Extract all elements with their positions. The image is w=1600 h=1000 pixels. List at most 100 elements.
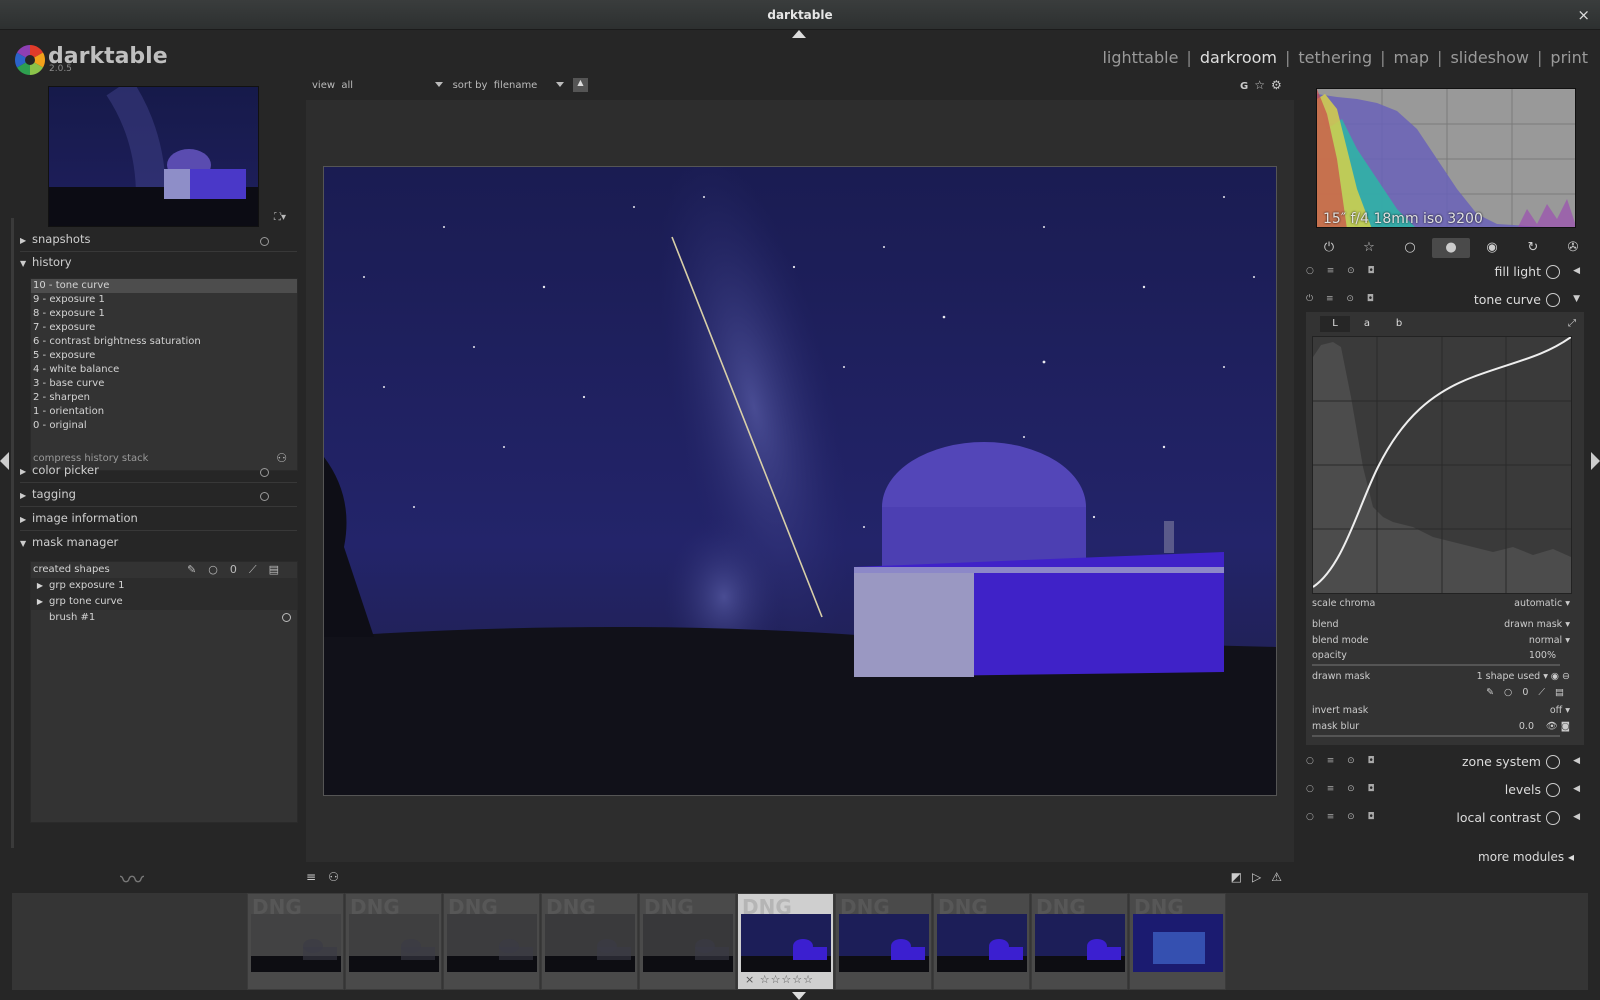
gamut-check-icon[interactable]: ▷ — [1252, 870, 1271, 884]
module-header-icons[interactable]: ○ ≡ ⊙ ◘ — [1306, 812, 1380, 822]
collapse-arrow-icon[interactable]: ▼ — [1573, 294, 1580, 304]
filmstrip-thumb[interactable]: DNG — [443, 893, 540, 990]
mask-group-row[interactable]: ▶ grp exposure 1 — [31, 578, 297, 594]
history-item[interactable]: 8 - exposure 1 — [31, 307, 297, 321]
view-filter-select[interactable]: all — [341, 80, 429, 91]
tab-a[interactable]: a — [1352, 316, 1382, 332]
circle-icon[interactable]: ○ — [208, 563, 230, 576]
favorites-icon[interactable]: ☆ — [1350, 238, 1388, 258]
mask-group-row[interactable]: ▶ grp tone curve — [31, 594, 297, 610]
navigation-preview[interactable] — [48, 86, 259, 227]
effect-group-icon[interactable]: ✇ — [1554, 238, 1592, 258]
drawn-mask-select[interactable]: 1 shape used ▾ — [1477, 671, 1548, 682]
mask-shape-tools[interactable]: ✎○0⟋▤ — [1486, 687, 1574, 698]
expand-arrow-icon[interactable]: ◀ — [1573, 812, 1580, 822]
gradient-icon[interactable]: ▤ — [269, 563, 291, 576]
tone-curve-graph[interactable] — [1312, 336, 1572, 594]
filmstrip-thumb[interactable]: DNG — [1129, 893, 1226, 990]
ellipse-icon[interactable]: 0 — [230, 563, 249, 576]
main-image[interactable] — [323, 166, 1277, 796]
module-tone-curve[interactable]: ⏻ ≡ ⊙ ◘ tone curve ▼ — [1300, 290, 1586, 312]
blend-row[interactable]: blend drawn mask ▾ — [1312, 619, 1574, 633]
reset-icon[interactable] — [260, 492, 269, 501]
slider-track[interactable] — [1312, 664, 1560, 666]
grouping-button[interactable]: G — [1240, 81, 1254, 92]
styles-icon[interactable]: ⚇ — [328, 870, 351, 884]
drawn-mask-row[interactable]: drawn mask 1 shape used ▾ ◉ ⊖ — [1312, 671, 1574, 685]
history-item[interactable]: 7 - exposure — [31, 321, 297, 335]
filmstrip-thumb[interactable]: DNG × ☆☆☆☆☆ — [737, 893, 834, 990]
chevron-down-icon[interactable] — [555, 82, 564, 87]
brush-icon[interactable]: ✎ — [187, 563, 208, 576]
expand-arrow-icon[interactable]: ◀ — [1573, 784, 1580, 794]
gear-icon[interactable]: ⚙ — [1271, 78, 1288, 92]
module-header-icons[interactable]: ○ ≡ ⊙ ◘ — [1306, 266, 1380, 276]
filmstrip-thumb[interactable]: DNG — [639, 893, 736, 990]
soft-proof-icon[interactable]: ◩ — [1231, 870, 1252, 884]
power-icon[interactable]: ⏻ — [1310, 238, 1348, 258]
history-item[interactable]: 6 - contrast brightness saturation — [31, 335, 297, 349]
scale-chroma-select[interactable]: automatic ▾ — [1514, 598, 1570, 609]
sort-direction-button[interactable]: ▲ — [572, 78, 588, 92]
filmstrip-thumb[interactable]: DNG — [1031, 893, 1128, 990]
filmstrip-thumb[interactable]: DNG — [541, 893, 638, 990]
mask-blur-slider[interactable]: mask blur 0.0 👁 ◙ — [1312, 721, 1574, 737]
histogram[interactable]: 15″ f/4 18mm iso 3200 — [1316, 88, 1576, 228]
blend-mode-row[interactable]: blend mode normal ▾ — [1312, 635, 1574, 649]
module-levels[interactable]: ○ ≡ ⊙ ◘ levels ◀ — [1300, 780, 1586, 802]
expand-arrow-icon[interactable]: ◀ — [1573, 266, 1580, 276]
module-local-contrast[interactable]: ○ ≡ ⊙ ◘ local contrast ◀ — [1300, 808, 1586, 830]
filmstrip-thumb[interactable]: DNG — [247, 893, 344, 990]
filmstrip-thumb[interactable]: DNG — [835, 893, 932, 990]
filmstrip-thumb[interactable]: DNG — [933, 893, 1030, 990]
module-header-icons[interactable]: ○ ≡ ⊙ ◘ — [1306, 756, 1380, 766]
history-item[interactable]: 1 - orientation — [31, 405, 297, 419]
warning-icon[interactable]: ⚠ — [1271, 870, 1292, 884]
module-header-icons[interactable]: ○ ≡ ⊙ ◘ — [1306, 784, 1380, 794]
scale-chroma-row[interactable]: scale chroma automatic ▾ — [1312, 598, 1574, 612]
slider-track[interactable] — [1312, 735, 1560, 737]
star-rating[interactable]: × ☆☆☆☆☆ — [745, 973, 814, 986]
star-icon[interactable]: ☆ — [1254, 78, 1271, 92]
opacity-slider[interactable]: opacity 100% — [1312, 650, 1574, 666]
basic-group-icon[interactable]: ○ — [1391, 238, 1429, 258]
more-modules-button[interactable]: more modules ◂ — [1478, 850, 1574, 864]
tab-L[interactable]: L — [1320, 316, 1350, 332]
collapse-right-panel-icon[interactable] — [1591, 452, 1600, 470]
view-slideshow[interactable]: slideshow — [1450, 48, 1529, 67]
section-history[interactable]: ▼ history — [20, 255, 297, 277]
chevron-down-icon[interactable] — [435, 82, 444, 87]
view-print[interactable]: print — [1550, 48, 1588, 67]
blend-select[interactable]: drawn mask ▾ — [1504, 619, 1570, 630]
invert-mask-select[interactable]: off ▾ — [1550, 705, 1570, 716]
history-item[interactable]: 4 - white balance — [31, 363, 297, 377]
section-mask-manager[interactable]: ▼ mask manager — [20, 535, 297, 557]
collapse-top-panel-icon[interactable] — [792, 30, 806, 38]
history-item[interactable]: 2 - sharpen — [31, 391, 297, 405]
tab-b[interactable]: b — [1384, 316, 1414, 332]
view-map[interactable]: map — [1394, 48, 1430, 67]
reset-icon[interactable] — [260, 237, 269, 246]
history-item[interactable]: 3 - base curve — [31, 377, 297, 391]
view-darkroom[interactable]: darkroom — [1200, 48, 1277, 67]
module-fill-light[interactable]: ○ ≡ ⊙ ◘ fill light ◀ — [1300, 262, 1586, 284]
collapse-left-panel-icon[interactable] — [0, 452, 9, 470]
history-item[interactable]: 0 - original — [31, 419, 297, 433]
history-item[interactable]: 10 - tone curve — [31, 279, 297, 293]
module-zone-system[interactable]: ○ ≡ ⊙ ◘ zone system ◀ — [1300, 752, 1586, 774]
tone-group-icon[interactable]: ● — [1432, 238, 1470, 258]
show-mask-icon[interactable]: 👁 ◙ — [1546, 721, 1570, 732]
path-icon[interactable]: ⟋ — [249, 563, 269, 576]
history-item[interactable]: 5 - exposure — [31, 349, 297, 363]
menu-icon[interactable]: ≡ — [306, 870, 328, 884]
color-group-icon[interactable]: ◉ — [1473, 238, 1511, 258]
view-tethering[interactable]: tethering — [1298, 48, 1372, 67]
view-lighttable[interactable]: lighttable — [1102, 48, 1178, 67]
close-icon[interactable]: × — [1577, 0, 1590, 30]
history-item[interactable]: 9 - exposure 1 — [31, 293, 297, 307]
left-scrollbar[interactable] — [11, 218, 14, 848]
expand-arrow-icon[interactable]: ◀ — [1573, 756, 1580, 766]
blend-mode-select[interactable]: normal ▾ — [1529, 635, 1570, 646]
invert-mask-row[interactable]: invert mask off ▾ — [1312, 705, 1574, 719]
expand-preview-icon[interactable]: ⛶▾ — [274, 212, 286, 223]
